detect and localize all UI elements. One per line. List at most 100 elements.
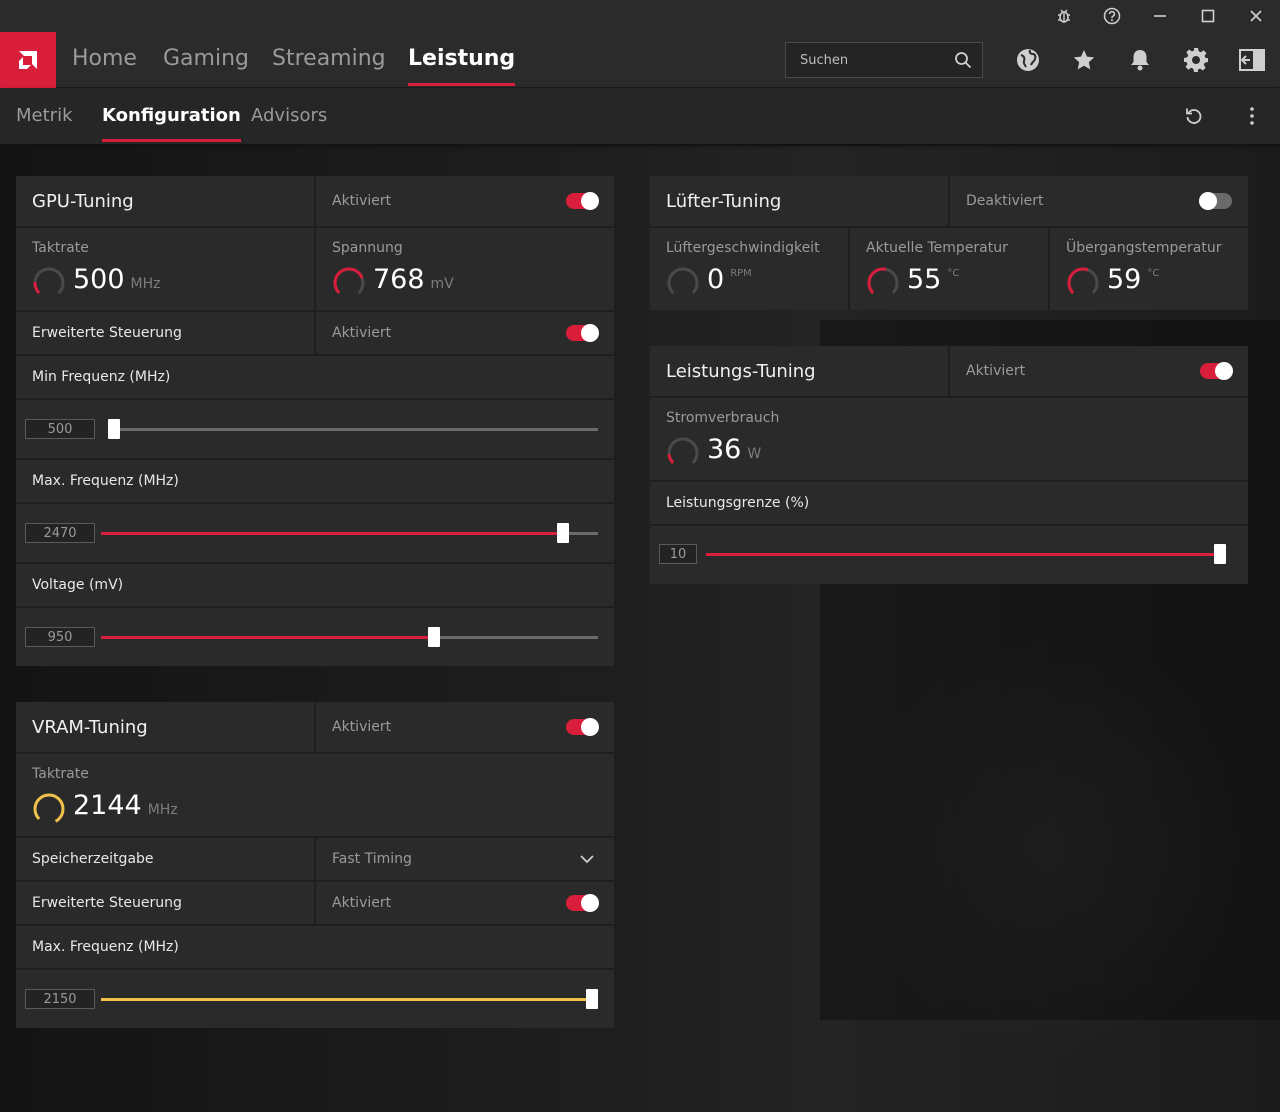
current-temperature-gauge-icon	[867, 267, 899, 299]
nav-home[interactable]: Home	[72, 46, 137, 86]
fan-tuning-toggle[interactable]	[1199, 192, 1232, 210]
reset-icon[interactable]	[1184, 106, 1204, 130]
sub-navigation: Metrik Konfiguration Advisors	[0, 88, 1280, 144]
current-temperature-metric: Aktuelle Temperatur 55 °C	[848, 228, 1048, 310]
power-limit-value[interactable]: 10	[659, 544, 697, 564]
power-tuning-toggle[interactable]	[1200, 362, 1233, 380]
vram-tuning-toggle[interactable]	[566, 718, 599, 736]
voltage-slider-value[interactable]: 950	[25, 627, 95, 647]
gpu-tuning-title: GPU-Tuning	[32, 190, 134, 212]
max-frequency-label: Max. Frequenz (MHz)	[32, 473, 179, 489]
min-frequency-slider[interactable]	[108, 419, 598, 439]
minimize-icon[interactable]	[1148, 4, 1172, 28]
power-tuning-panel: Leistungs-Tuning Aktiviert Stromverbrauc…	[650, 346, 1248, 584]
power-limit-slider[interactable]	[706, 544, 1226, 564]
gpu-metrics-row: Taktrate 500 MHz Spannung 768 mV	[16, 228, 614, 312]
gpu-tuning-panel: GPU-Tuning Aktiviert Taktrate 500 MHz Sp…	[16, 176, 614, 666]
vram-clock-unit: MHz	[147, 802, 178, 818]
power-consumption-unit: W	[747, 446, 762, 462]
min-frequency-header: Min Frequenz (MHz)	[16, 356, 614, 400]
fan-speed-metric: Lüftergeschwindigkeit 0 RPM	[650, 228, 848, 310]
sidebar-toggle-icon[interactable]	[1238, 46, 1266, 74]
fan-speed-value: 0	[707, 264, 725, 295]
help-icon[interactable]	[1100, 4, 1124, 28]
max-frequency-slider-thumb[interactable]	[557, 523, 570, 543]
gpu-voltage-gauge-icon	[333, 267, 365, 299]
more-options-icon[interactable]	[1242, 106, 1262, 130]
current-temperature-unit: °C	[947, 268, 960, 279]
voltage-slider-row: 950	[16, 608, 614, 666]
vram-tuning-title: VRAM-Tuning	[32, 716, 148, 738]
junction-temperature-metric: Übergangstemperatur 59 °C	[1048, 228, 1248, 310]
vram-max-frequency-header: Max. Frequenz (MHz)	[16, 926, 614, 970]
vram-clock-gauge-icon	[33, 793, 65, 825]
junction-temperature-label: Übergangstemperatur	[1066, 240, 1222, 256]
vram-metrics-row: Taktrate 2144 MHz	[16, 754, 614, 838]
power-tuning-header: Leistungs-Tuning Aktiviert	[650, 346, 1248, 398]
gpu-advanced-control-label: Erweiterte Steuerung	[32, 325, 182, 341]
memory-timing-dropdown[interactable]: Fast Timing	[314, 838, 614, 880]
junction-temperature-unit: °C	[1147, 268, 1160, 279]
vram-max-frequency-value[interactable]: 2150	[25, 989, 95, 1009]
current-temperature-value: 55	[907, 264, 942, 295]
power-consumption-gauge-icon	[667, 437, 699, 469]
vram-max-frequency-slider[interactable]	[101, 989, 598, 1009]
gpu-voltage-metric: Spannung 768 mV	[314, 228, 614, 310]
voltage-slider-label: Voltage (mV)	[32, 577, 124, 593]
min-frequency-slider-thumb[interactable]	[108, 419, 120, 439]
junction-temperature-gauge-icon	[1067, 267, 1099, 299]
maximize-icon[interactable]	[1196, 4, 1220, 28]
gpu-tuning-status: Aktiviert	[332, 193, 392, 209]
nav-gaming[interactable]: Gaming	[163, 46, 249, 86]
bell-icon[interactable]	[1126, 46, 1154, 74]
gear-icon[interactable]	[1182, 46, 1210, 74]
power-limit-slider-thumb[interactable]	[1214, 544, 1226, 564]
gpu-clock-unit: MHz	[130, 276, 161, 292]
bug-report-icon[interactable]	[1052, 4, 1076, 28]
vram-advanced-control-toggle[interactable]	[566, 894, 599, 912]
vram-tuning-panel: VRAM-Tuning Aktiviert Taktrate 2144 MHz …	[16, 702, 614, 1028]
star-icon[interactable]	[1070, 46, 1098, 74]
power-metrics-row: Stromverbrauch 36 W	[650, 398, 1248, 482]
vram-clock-metric: Taktrate 2144 MHz	[16, 754, 614, 836]
gpu-tuning-toggle[interactable]	[566, 192, 599, 210]
max-frequency-value[interactable]: 2470	[25, 523, 95, 543]
search-icon[interactable]	[954, 51, 972, 73]
min-frequency-value[interactable]: 500	[25, 419, 95, 439]
tab-metrik[interactable]: Metrik	[16, 105, 73, 142]
vram-clock-label: Taktrate	[32, 766, 89, 782]
gpu-advanced-control-toggle[interactable]	[566, 324, 599, 342]
amd-logo-icon[interactable]	[0, 32, 56, 88]
voltage-slider[interactable]	[101, 627, 598, 647]
search-input[interactable]	[786, 52, 946, 68]
fan-tuning-panel: Lüfter-Tuning Deaktiviert Lüftergeschwin…	[650, 176, 1248, 310]
gpu-advanced-control-row: Erweiterte Steuerung Aktiviert	[16, 312, 614, 356]
power-limit-header: Leistungsgrenze (%)	[650, 482, 1248, 526]
vram-tuning-header: VRAM-Tuning Aktiviert	[16, 702, 614, 754]
nav-leistung[interactable]: Leistung	[408, 46, 516, 86]
memory-timing-value: Fast Timing	[332, 851, 412, 867]
memory-timing-label: Speicherzeitgabe	[32, 851, 154, 867]
title-bar	[0, 0, 1280, 32]
voltage-header: Voltage (mV)	[16, 564, 614, 608]
max-frequency-slider[interactable]	[101, 523, 598, 543]
power-limit-label: Leistungsgrenze (%)	[666, 495, 810, 511]
close-icon[interactable]	[1244, 4, 1268, 28]
gpu-clock-metric: Taktrate 500 MHz	[16, 228, 314, 310]
fan-speed-gauge-icon	[667, 267, 699, 299]
gpu-clock-value: 500	[73, 264, 125, 295]
tab-konfiguration[interactable]: Konfiguration	[102, 105, 241, 142]
voltage-slider-thumb[interactable]	[427, 627, 440, 647]
nav-streaming[interactable]: Streaming	[272, 46, 386, 86]
tab-advisors[interactable]: Advisors	[251, 105, 327, 142]
globe-icon[interactable]	[1014, 46, 1042, 74]
gpu-voltage-unit: mV	[430, 276, 454, 292]
vram-advanced-control-label: Erweiterte Steuerung	[32, 895, 182, 911]
fan-tuning-header: Lüfter-Tuning Deaktiviert	[650, 176, 1248, 228]
vram-tuning-status: Aktiviert	[332, 719, 392, 735]
power-tuning-status: Aktiviert	[966, 363, 1026, 379]
fan-metrics-row: Lüftergeschwindigkeit 0 RPM Aktuelle Tem…	[650, 228, 1248, 310]
vram-max-frequency-slider-thumb[interactable]	[586, 989, 598, 1009]
min-frequency-slider-row: 500	[16, 400, 614, 460]
power-consumption-label: Stromverbrauch	[666, 410, 780, 426]
